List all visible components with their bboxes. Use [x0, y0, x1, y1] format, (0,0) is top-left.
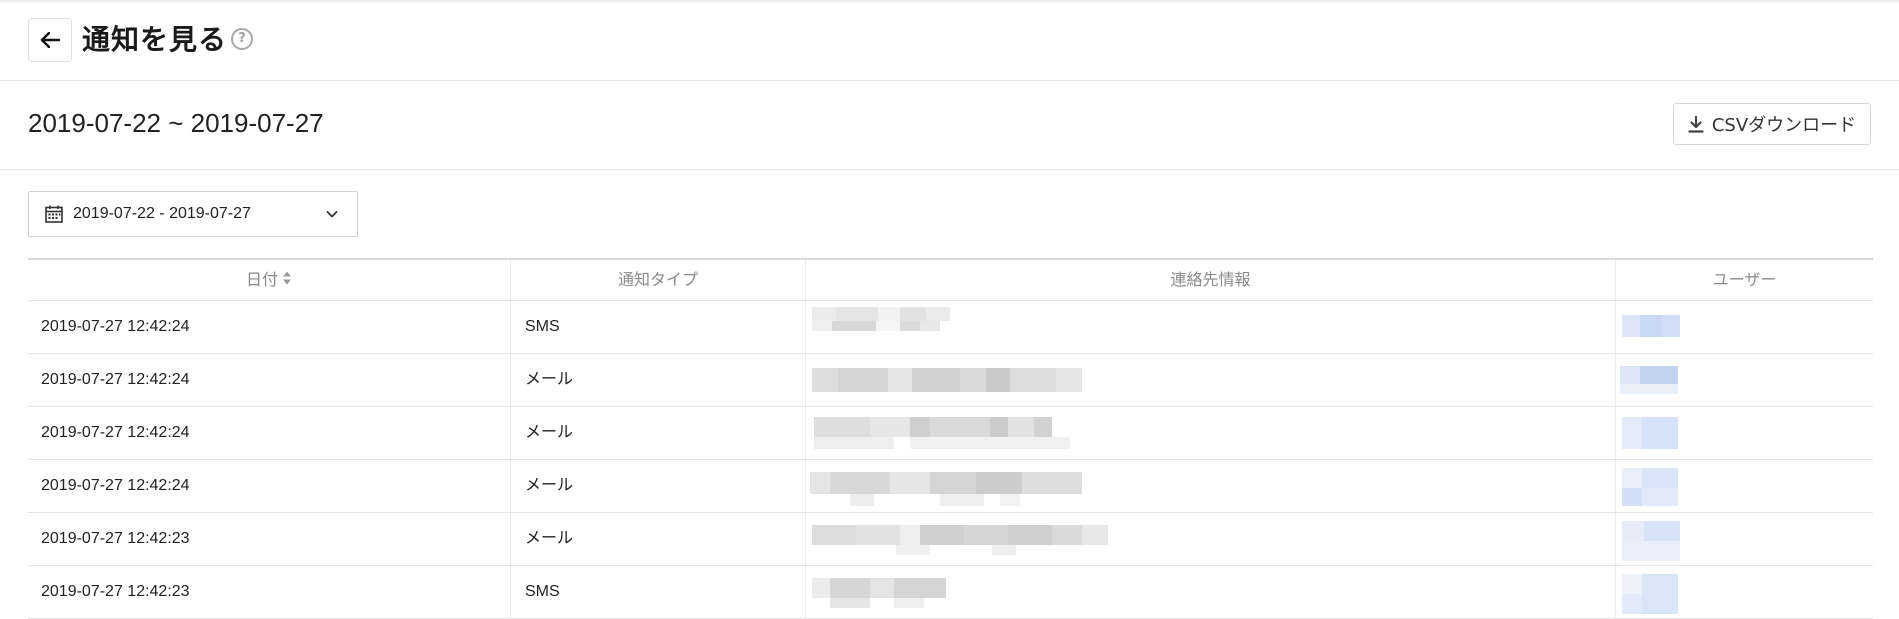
column-header-date-label: 日付 [245, 270, 278, 289]
table-row[interactable]: 2019-07-27 12:42:23 メール [28, 513, 1873, 566]
table-row[interactable]: 2019-07-27 12:42:23 SMS [28, 566, 1873, 619]
table-header-row: 日付 通知タイプ 連絡先情報 ユーザー [28, 260, 1873, 301]
user-cell [1616, 354, 1873, 406]
user-cell [1616, 460, 1873, 512]
notifications-table: 日付 通知タイプ 連絡先情報 ユーザー 2019-07-27 12:42:24 … [28, 258, 1873, 619]
redacted-user [1622, 574, 1678, 614]
date-cell: 2019-07-27 12:42:23 [28, 513, 511, 565]
redacted-contact [814, 417, 1070, 449]
redacted-contact [810, 472, 1082, 506]
contact-cell [806, 407, 1616, 459]
redacted-contact [812, 307, 950, 337]
help-icon[interactable]: ? [231, 28, 253, 50]
type-cell: メール [511, 354, 806, 406]
user-cell [1616, 301, 1873, 353]
user-cell [1616, 407, 1873, 459]
sort-icon[interactable] [282, 261, 292, 301]
column-header-type: 通知タイプ [511, 260, 806, 300]
redacted-contact [812, 525, 1108, 555]
csv-download-button[interactable]: CSVダウンロード [1673, 103, 1871, 145]
contact-cell [806, 513, 1616, 565]
contact-cell [806, 460, 1616, 512]
page-header: 通知を見る ? [0, 0, 1899, 81]
user-cell [1616, 513, 1873, 565]
redacted-user [1620, 366, 1678, 394]
back-button[interactable] [28, 18, 72, 62]
date-cell: 2019-07-27 12:42:24 [28, 354, 511, 406]
date-cell: 2019-07-27 12:42:24 [28, 407, 511, 459]
redacted-user [1622, 315, 1680, 337]
date-cell: 2019-07-27 12:42:23 [28, 566, 511, 618]
redacted-user [1622, 417, 1678, 449]
type-cell: SMS [511, 301, 806, 353]
arrow-left-icon [40, 32, 60, 48]
redacted-user [1622, 468, 1678, 506]
redacted-contact [812, 578, 946, 608]
table-row[interactable]: 2019-07-27 12:42:24 メール [28, 407, 1873, 460]
contact-cell [806, 301, 1616, 353]
column-header-date[interactable]: 日付 [28, 260, 511, 300]
redacted-contact [812, 368, 1082, 392]
calendar-icon [45, 205, 63, 223]
table-row[interactable]: 2019-07-27 12:42:24 SMS [28, 301, 1873, 354]
type-cell: メール [511, 513, 806, 565]
download-icon [1688, 115, 1704, 133]
chevron-down-icon [325, 206, 339, 225]
range-heading: 2019-07-22 ~ 2019-07-27 [28, 108, 324, 138]
page-title: 通知を見る [82, 23, 228, 56]
date-range-value: 2019-07-22 - 2019-07-27 [73, 205, 251, 222]
date-range-picker[interactable]: 2019-07-22 - 2019-07-27 [28, 191, 358, 237]
type-cell: メール [511, 407, 806, 459]
date-cell: 2019-07-27 12:42:24 [28, 460, 511, 512]
notifications-page: 通知を見る ? 2019-07-22 ~ 2019-07-27 CSVダウンロー… [0, 0, 1899, 619]
table-row[interactable]: 2019-07-27 12:42:24 メール [28, 460, 1873, 513]
csv-download-label: CSVダウンロード [1711, 115, 1857, 136]
type-cell: SMS [511, 566, 806, 618]
range-bar: 2019-07-22 ~ 2019-07-27 CSVダウンロード [0, 81, 1899, 170]
column-header-contact: 連絡先情報 [806, 260, 1616, 300]
date-cell: 2019-07-27 12:42:24 [28, 301, 511, 353]
table-row[interactable]: 2019-07-27 12:42:24 メール [28, 354, 1873, 407]
contact-cell [806, 354, 1616, 406]
column-header-user: ユーザー [1712, 270, 1777, 289]
redacted-user [1622, 521, 1680, 561]
contact-cell [806, 566, 1616, 618]
type-cell: メール [511, 460, 806, 512]
user-cell [1616, 566, 1873, 618]
